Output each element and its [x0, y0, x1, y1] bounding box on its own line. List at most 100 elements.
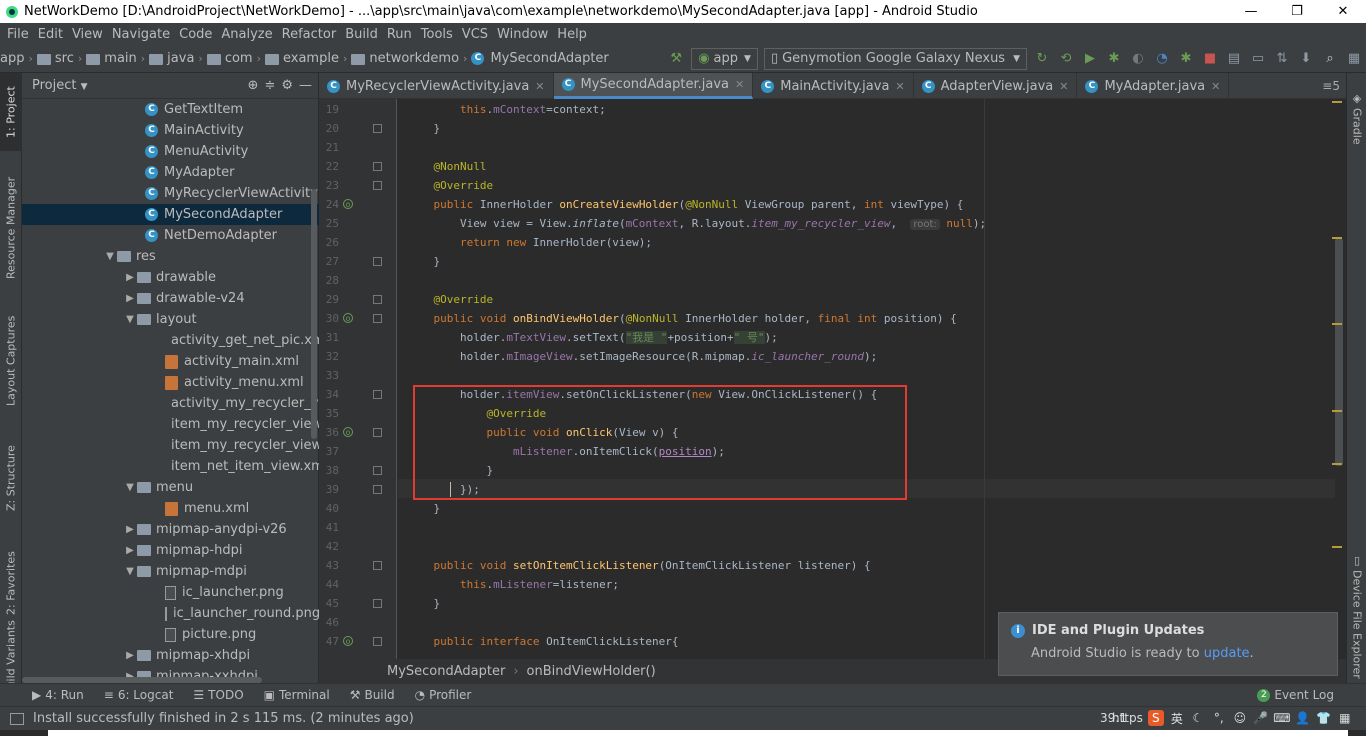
tree-item[interactable]: C NetDemoAdapter — [22, 225, 319, 246]
fold-marker-icon[interactable] — [373, 181, 382, 190]
tool-window-button[interactable]: ▣ Terminal — [254, 688, 340, 702]
tool-tab-4[interactable]: 2: Favorites — [0, 533, 22, 633]
profile-icon[interactable]: ◔ — [1150, 48, 1174, 70]
override-gutter-icon[interactable]: o — [343, 427, 353, 437]
crumb-class[interactable]: MySecondAdapter — [387, 664, 505, 679]
tree-item[interactable]: C MySecondAdapter — [22, 204, 319, 225]
tool-window-button[interactable]: ≡ 6: Logcat — [94, 688, 184, 702]
tree-item[interactable]: ic_launcher.png — [22, 582, 319, 603]
close-tab-icon[interactable]: ✕ — [1059, 80, 1068, 93]
tree-item[interactable]: activity_menu.xml — [22, 372, 319, 393]
tree-item[interactable]: item_net_item_view.xml — [22, 456, 319, 477]
project-structure-icon[interactable]: ▤ — [1222, 48, 1246, 70]
tree-item[interactable]: ▶ drawable — [22, 267, 319, 288]
menu-item-navigate[interactable]: Navigate — [109, 27, 176, 42]
code-line[interactable]: @Override — [407, 290, 494, 309]
code-line[interactable]: } — [407, 252, 440, 271]
editor-tab[interactable]: C MyRecyclerViewActivity.java ✕ — [319, 73, 554, 99]
sync-gradle-icon[interactable]: ⇅ — [1270, 48, 1294, 70]
code-editor[interactable]: 19 20 21 22 23 24 o 25 26 27 28 29 30 o 31 32 33 34 35 36 o 3… — [319, 99, 1346, 659]
assistant-icon[interactable]: ▦ — [1342, 48, 1366, 70]
run-config-select[interactable]: ◉ app ▼ — [691, 47, 758, 70]
fold-marker-icon[interactable] — [373, 124, 382, 133]
ime-logo-icon[interactable]: S — [1147, 710, 1164, 726]
chevron-right-icon[interactable]: ▶ — [123, 650, 137, 661]
warning-marker[interactable] — [1332, 546, 1342, 548]
moon-icon[interactable]: ☾ — [1190, 710, 1206, 726]
tree-item[interactable]: menu.xml — [22, 498, 319, 519]
breadcrumb-item[interactable]: app — [0, 51, 24, 66]
menu-item-view[interactable]: View — [69, 27, 109, 42]
tool-window-button[interactable]: ◔ Profiler — [405, 688, 482, 702]
warning-marker[interactable] — [1332, 101, 1342, 103]
menu-item-edit[interactable]: Edit — [35, 27, 69, 42]
project-view-select[interactable]: Project ▼ — [32, 78, 88, 93]
tree-item[interactable]: C MainActivity — [22, 120, 319, 141]
tool-tab-2[interactable]: Layout Captures — [0, 301, 22, 421]
warning-marker[interactable] — [1332, 463, 1342, 465]
menu-item-window[interactable]: Window — [494, 27, 554, 42]
fold-marker-icon[interactable] — [373, 428, 382, 437]
menu-item-file[interactable]: File — [4, 27, 35, 42]
tree-item[interactable]: activity_my_recycler_view.x — [22, 393, 319, 414]
tree-item[interactable]: item_my_recycler_view_loa — [22, 435, 319, 456]
editor-tab[interactable]: C MainActivity.java ✕ — [753, 73, 914, 99]
close-tab-icon[interactable]: ✕ — [535, 80, 544, 93]
tool-tab-1[interactable]: Resource Manager — [0, 163, 22, 293]
tree-item[interactable]: item_my_recycler_view.xml — [22, 414, 319, 435]
code-line[interactable]: @NonNull — [407, 157, 487, 176]
tree-item[interactable]: ▼ menu — [22, 477, 319, 498]
fold-marker-icon[interactable] — [373, 257, 382, 266]
crumb-method[interactable]: onBindViewHolder() — [527, 664, 656, 679]
coverage-icon[interactable]: ◐ — [1126, 48, 1150, 70]
chevron-right-icon[interactable]: ▶ — [123, 293, 137, 304]
hammer-icon[interactable]: ⚒ — [664, 48, 688, 70]
breadcrumb-item[interactable]: networkdemo — [351, 51, 459, 66]
chevron-down-icon[interactable]: ▼ — [103, 251, 117, 262]
code-line[interactable]: } — [407, 499, 440, 518]
fold-marker-icon[interactable] — [373, 599, 382, 608]
chevron-down-icon[interactable]: ▼ — [123, 314, 137, 325]
fold-marker-icon[interactable] — [373, 485, 382, 494]
tool-window-button[interactable]: ▶ 4: Run — [0, 688, 94, 702]
debug-icon[interactable]: ✱ — [1102, 48, 1126, 70]
menu-item-refactor[interactable]: Refactor — [279, 27, 343, 42]
tree-item[interactable]: ▼ res — [22, 246, 319, 267]
code-line[interactable]: } — [407, 594, 440, 613]
editor-scrollbar-thumb[interactable] — [1335, 238, 1343, 466]
menu-item-help[interactable]: Help — [554, 27, 593, 42]
menu-item-vcs[interactable]: VCS — [459, 27, 494, 42]
update-link[interactable]: update — [1204, 646, 1250, 661]
tree-item[interactable]: ▼ layout — [22, 309, 319, 330]
override-gutter-icon[interactable]: o — [343, 313, 353, 323]
tree-item[interactable]: C MyRecyclerViewActivity — [22, 183, 319, 204]
tools-icon[interactable]: ▦ — [1337, 710, 1353, 726]
device-select[interactable]: ▯ Genymotion Google Galaxy Nexus ▼ — [763, 47, 1027, 70]
editor-tab[interactable]: C MySecondAdapter.java ✕ — [553, 73, 754, 99]
tool-windows-toggle-icon[interactable] — [10, 712, 24, 725]
menu-item-tools[interactable]: Tools — [418, 27, 459, 42]
fold-marker-icon[interactable] — [373, 162, 382, 171]
device-file-explorer-tab[interactable]: ▯ Device File Explorer — [1347, 551, 1366, 681]
menu-item-build[interactable]: Build — [342, 27, 384, 42]
chevron-down-icon[interactable]: ▼ — [123, 566, 137, 577]
warning-marker[interactable] — [1332, 237, 1342, 239]
chevron-down-icon[interactable]: ▼ — [123, 482, 137, 493]
fold-marker-icon[interactable] — [373, 390, 382, 399]
breadcrumb-item[interactable]: C MySecondAdapter — [471, 51, 609, 66]
tree-item[interactable]: activity_get_net_pic.xml — [22, 330, 319, 351]
override-gutter-icon[interactable]: o — [343, 199, 353, 209]
sdk-manager-icon[interactable]: ⬇ — [1294, 48, 1318, 70]
stop-icon[interactable]: ■ — [1198, 48, 1222, 70]
fold-marker-icon[interactable] — [373, 295, 382, 304]
code-line[interactable]: @Override — [407, 176, 494, 195]
search-icon[interactable]: ⌕ — [1318, 48, 1342, 70]
breadcrumb-item[interactable]: src — [36, 51, 74, 66]
fold-marker-icon[interactable] — [373, 561, 382, 570]
event-log-button[interactable]: 2 Event Log — [1257, 688, 1366, 702]
chevron-right-icon[interactable]: ▶ — [123, 524, 137, 535]
update-notification[interactable]: i IDE and Plugin Updates Android Studio i… — [998, 612, 1338, 676]
skin-icon[interactable]: 👕 — [1316, 710, 1332, 726]
code-line[interactable]: this.mListener=listener; — [407, 575, 619, 594]
microphone-icon[interactable]: 🎤 — [1253, 710, 1269, 726]
